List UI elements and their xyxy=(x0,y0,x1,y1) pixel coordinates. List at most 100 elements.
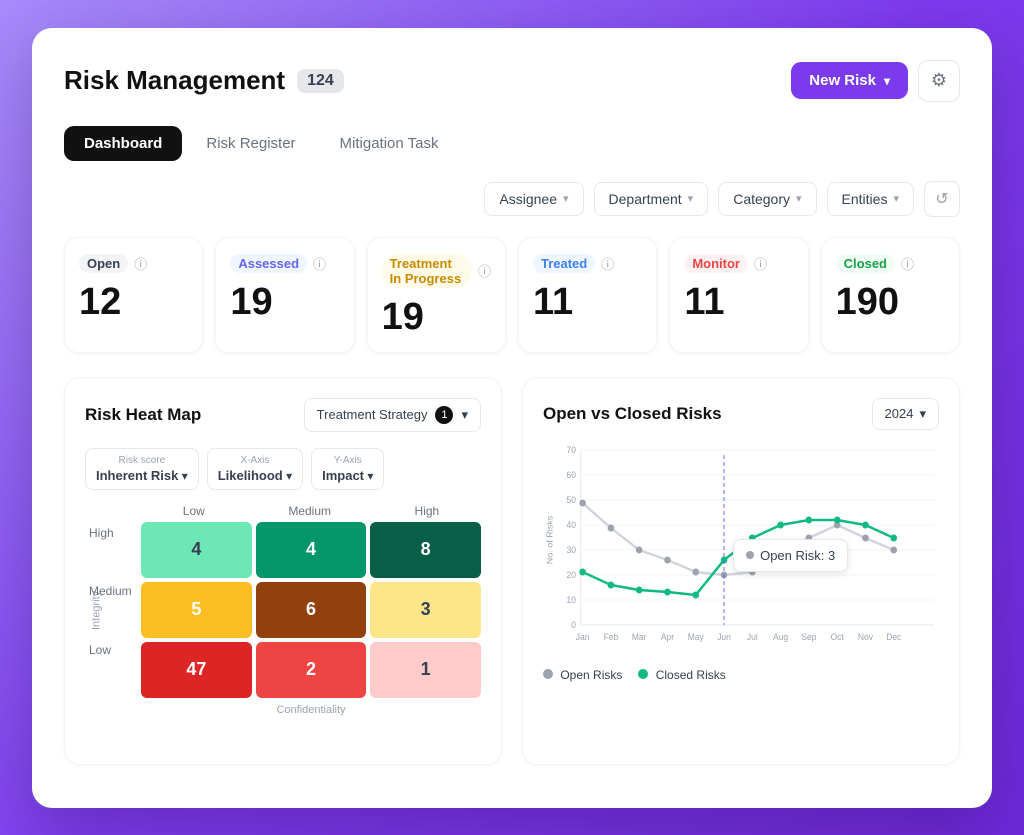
stat-card-monitor: Monitor ⓘ 11 xyxy=(669,237,808,353)
category-label: Category xyxy=(733,191,790,207)
heatmap-cell[interactable]: 4 xyxy=(141,522,252,578)
filter-category[interactable]: Category ▾ xyxy=(718,182,816,216)
svg-text:Jun: Jun xyxy=(717,631,731,641)
y-label-medium: Medium xyxy=(89,584,132,598)
assessed-label: Assessed xyxy=(230,254,307,273)
treatment-strategy-badge: 1 xyxy=(435,406,453,424)
svg-text:May: May xyxy=(688,631,705,641)
risk-score-filter[interactable]: Risk score Inherent Risk ▾ xyxy=(85,448,199,490)
svg-text:Sep: Sep xyxy=(801,631,816,641)
monitor-info-icon[interactable]: ⓘ xyxy=(754,254,767,273)
assignee-label: Assignee xyxy=(499,191,557,207)
tab-dashboard[interactable]: Dashboard xyxy=(64,126,182,161)
chart-title: Open vs Closed Risks xyxy=(543,404,722,424)
closed-label: Closed xyxy=(836,254,895,273)
chevron-icon: ▾ xyxy=(286,469,292,483)
monitor-label: Monitor xyxy=(684,254,748,273)
treatment-value: 19 xyxy=(382,298,491,336)
heatmap-cell[interactable]: 2 xyxy=(256,642,367,698)
x-header-high: High xyxy=(415,504,440,518)
svg-text:40: 40 xyxy=(567,519,577,529)
chevron-down-icon: ▾ xyxy=(884,74,890,88)
heatmap-cell[interactable]: 8 xyxy=(370,522,481,578)
svg-text:0: 0 xyxy=(571,619,576,629)
heatmap-panel: Risk Heat Map Treatment Strategy 1 ▾ Ris… xyxy=(64,377,502,765)
chevron-down-icon: ▾ xyxy=(919,406,926,422)
heatmap-cell[interactable]: 3 xyxy=(370,582,481,638)
y-label-low: Low xyxy=(89,643,132,657)
treatment-info-icon[interactable]: ⓘ xyxy=(478,261,491,280)
svg-text:Nov: Nov xyxy=(858,631,874,641)
new-risk-button[interactable]: New Risk ▾ xyxy=(791,62,908,99)
x-axis-filter[interactable]: X-Axis Likelihood ▾ xyxy=(207,448,303,490)
heatmap-cell[interactable]: 4 xyxy=(256,522,367,578)
treatment-strategy-button[interactable]: Treatment Strategy 1 ▾ xyxy=(304,398,481,432)
stat-card-treated: Treated ⓘ 11 xyxy=(518,237,657,353)
svg-text:Oct: Oct xyxy=(831,631,845,641)
year-label: 2024 xyxy=(885,406,914,421)
tab-risk-register[interactable]: Risk Register xyxy=(186,126,315,161)
heatmap-header: Risk Heat Map Treatment Strategy 1 ▾ xyxy=(85,398,481,432)
svg-text:Aug: Aug xyxy=(773,631,788,641)
open-risks-dot xyxy=(543,669,553,679)
treated-info-icon[interactable]: ⓘ xyxy=(601,254,614,273)
filter-assignee[interactable]: Assignee ▾ xyxy=(484,182,583,216)
treated-value: 11 xyxy=(533,283,642,321)
chevron-down-icon: ▾ xyxy=(461,407,468,423)
closed-risks-label: Closed Risks xyxy=(656,668,726,682)
heatmap-cell[interactable]: 47 xyxy=(141,642,252,698)
filter-department[interactable]: Department ▾ xyxy=(594,182,709,216)
svg-text:60: 60 xyxy=(567,469,577,479)
heatmap-cell[interactable]: 5 xyxy=(141,582,252,638)
closed-info-icon[interactable]: ⓘ xyxy=(901,254,914,273)
treatment-strategy-label: Treatment Strategy xyxy=(317,407,428,422)
x-header-medium: Medium xyxy=(288,504,331,518)
assessed-value: 19 xyxy=(230,283,339,321)
page-title: Risk Management xyxy=(64,65,285,96)
open-info-icon[interactable]: ⓘ xyxy=(134,254,147,273)
y-axis-label: Y-Axis xyxy=(322,455,373,466)
svg-text:No. of Risks: No. of Risks xyxy=(545,515,555,564)
monitor-value: 11 xyxy=(684,283,793,321)
x-header-low: Low xyxy=(183,504,205,518)
year-selector[interactable]: 2024 ▾ xyxy=(872,398,939,430)
svg-text:Feb: Feb xyxy=(604,631,619,641)
svg-text:Jul: Jul xyxy=(747,631,758,641)
chevron-icon: ▾ xyxy=(893,192,899,205)
open-value: 12 xyxy=(79,283,188,321)
svg-text:50: 50 xyxy=(567,494,577,504)
department-label: Department xyxy=(609,191,682,207)
assessed-info-icon[interactable]: ⓘ xyxy=(313,254,326,273)
heatmap-filters: Risk score Inherent Risk ▾ X-Axis Likeli… xyxy=(85,448,481,490)
svg-text:Jan: Jan xyxy=(576,631,590,641)
bottom-row: Risk Heat Map Treatment Strategy 1 ▾ Ris… xyxy=(64,377,960,765)
svg-text:20: 20 xyxy=(567,569,577,579)
chevron-icon: ▾ xyxy=(796,192,802,205)
x-axis-value: Likelihood xyxy=(218,468,283,483)
tab-mitigation-task[interactable]: Mitigation Task xyxy=(320,126,459,161)
stat-card-assessed: Assessed ⓘ 19 xyxy=(215,237,354,353)
risk-score-label: Risk score xyxy=(96,455,188,466)
gear-icon: ⚙ xyxy=(931,70,947,91)
tab-bar: Dashboard Risk Register Mitigation Task xyxy=(64,126,960,161)
chevron-icon: ▾ xyxy=(688,192,694,205)
settings-button[interactable]: ⚙ xyxy=(918,60,960,102)
heatmap-cell[interactable]: 6 xyxy=(256,582,367,638)
closed-value: 190 xyxy=(836,283,945,321)
x-headers: Low Medium High xyxy=(141,504,481,518)
chart-header: Open vs Closed Risks 2024 ▾ xyxy=(543,398,939,430)
chart-area: 0 10 20 30 40 50 60 70 xyxy=(543,440,939,660)
y-label-high: High xyxy=(89,526,132,540)
new-risk-label: New Risk xyxy=(809,72,876,89)
heatmap-cell[interactable]: 1 xyxy=(370,642,481,698)
reset-filters-button[interactable]: ↺ xyxy=(924,181,960,217)
y-axis-filter[interactable]: Y-Axis Impact ▾ xyxy=(311,448,384,490)
legend-open: Open Risks xyxy=(543,668,622,682)
entities-label: Entities xyxy=(842,191,888,207)
refresh-icon: ↺ xyxy=(935,189,948,209)
treated-label: Treated xyxy=(533,254,595,273)
header-left: Risk Management 124 xyxy=(64,65,344,96)
x-axis-title: Confidentiality xyxy=(141,704,481,716)
filter-entities[interactable]: Entities ▾ xyxy=(827,182,914,216)
open-risks-label: Open Risks xyxy=(560,668,622,682)
